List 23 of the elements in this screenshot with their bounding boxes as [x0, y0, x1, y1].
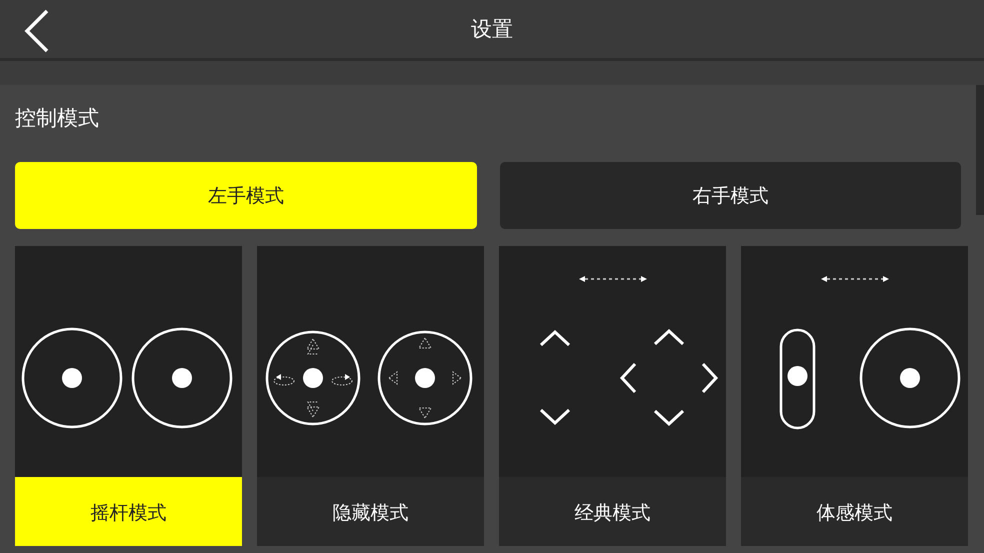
- joystick-icon: [132, 328, 232, 428]
- joystick-icon: [22, 328, 122, 428]
- back-button[interactable]: [24, 9, 50, 53]
- double-arrow-icon: [821, 276, 889, 282]
- dpad-icon: [378, 330, 472, 426]
- page-title: 设置: [471, 16, 513, 43]
- hand-mode-button[interactable]: 左手模式: [15, 162, 476, 229]
- dpad-icon: [266, 330, 360, 426]
- mode-label: 摇杆模式: [15, 477, 242, 546]
- hand-mode-button[interactable]: 右手模式: [500, 162, 961, 229]
- mode-label: 隐藏模式: [257, 477, 484, 546]
- slider-icon: [780, 328, 816, 430]
- mode-card[interactable]: 经典模式: [499, 246, 726, 546]
- back-icon: [24, 9, 50, 53]
- joystick-icon: [860, 328, 960, 428]
- section-heading: 控制模式: [15, 105, 100, 132]
- chevrons-icon: [540, 328, 718, 426]
- mode-label: 体感模式: [741, 477, 968, 546]
- mode-card[interactable]: 隐藏模式: [257, 246, 484, 546]
- double-arrow-icon: [579, 276, 647, 282]
- mode-card[interactable]: 摇杆模式: [15, 246, 242, 546]
- mode-card[interactable]: 体感模式: [741, 246, 968, 546]
- mode-label: 经典模式: [499, 477, 726, 546]
